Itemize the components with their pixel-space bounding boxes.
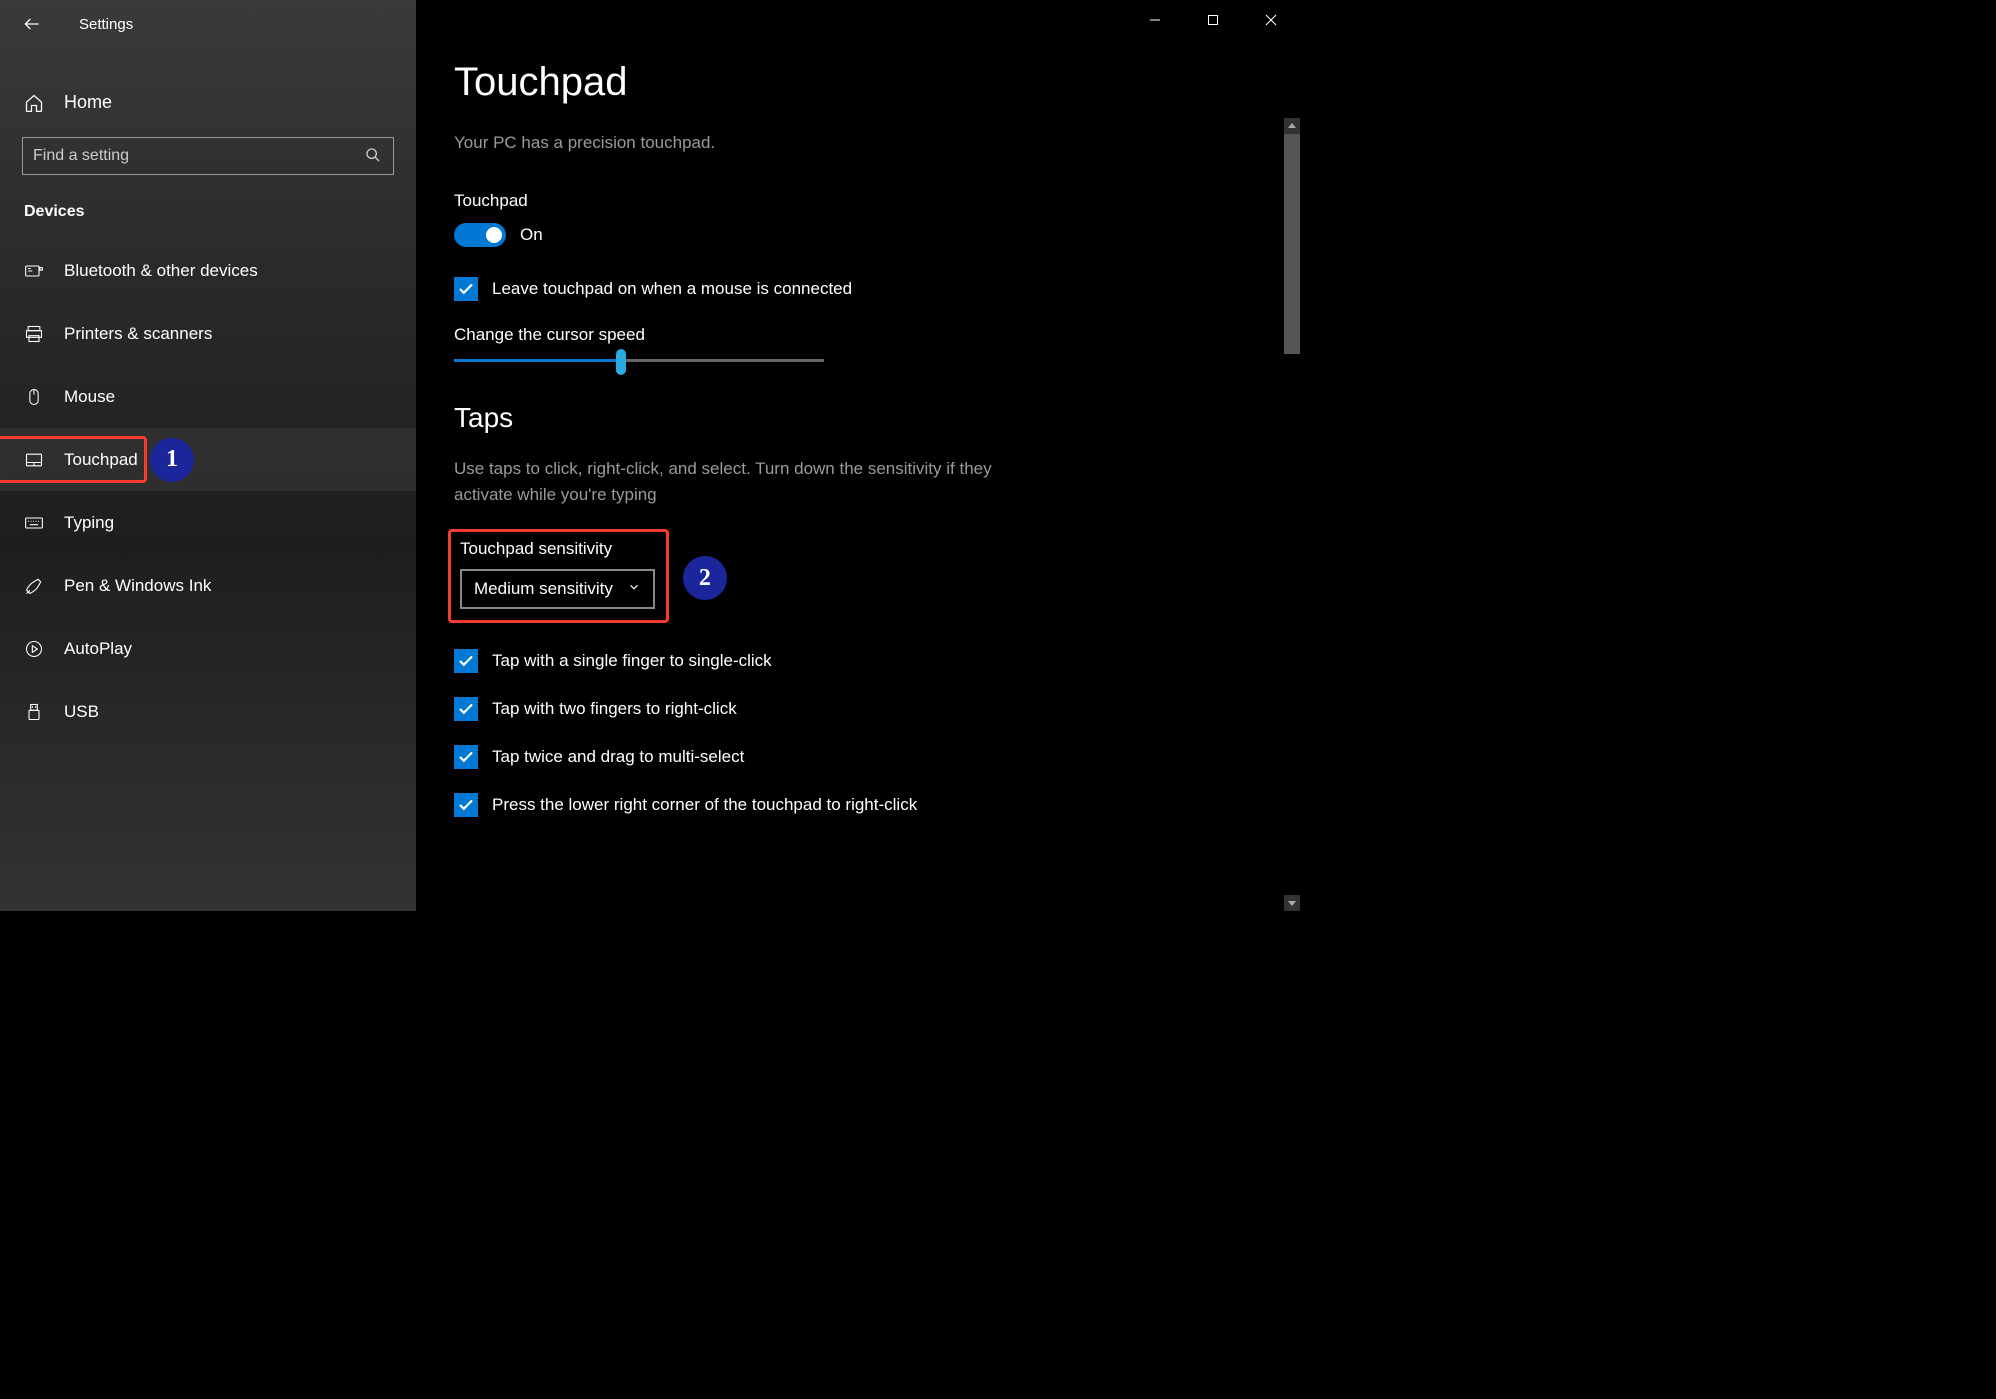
home-label: Home bbox=[64, 92, 112, 113]
vertical-scrollbar[interactable] bbox=[1284, 118, 1300, 911]
page-title: Touchpad bbox=[454, 60, 1300, 105]
nav-label: Mouse bbox=[64, 387, 115, 407]
nav-bluetooth[interactable]: Bluetooth & other devices bbox=[0, 239, 416, 302]
pen-icon bbox=[24, 576, 44, 596]
tap-drag-label: Tap twice and drag to multi-select bbox=[492, 745, 744, 769]
cursor-speed-slider[interactable] bbox=[454, 359, 824, 362]
sidebar: Settings Home Devices Bluetooth & other … bbox=[0, 0, 416, 911]
tap-two-label: Tap with two fingers to right-click bbox=[492, 697, 737, 721]
scrollbar-thumb[interactable] bbox=[1284, 134, 1300, 354]
nav-label: Bluetooth & other devices bbox=[64, 261, 258, 281]
nav-usb[interactable]: USB bbox=[0, 680, 416, 743]
touchpad-icon bbox=[24, 450, 44, 470]
nav-typing[interactable]: Typing bbox=[0, 491, 416, 554]
touchpad-toggle[interactable] bbox=[454, 223, 506, 247]
sensitivity-dropdown[interactable]: Medium sensitivity bbox=[460, 569, 655, 609]
tap-corner-label: Press the lower right corner of the touc… bbox=[492, 793, 917, 817]
page-subtitle: Your PC has a precision touchpad. bbox=[454, 133, 1300, 153]
toggle-label: Touchpad bbox=[454, 191, 1300, 211]
back-button[interactable] bbox=[20, 12, 44, 36]
app-title: Settings bbox=[79, 16, 133, 33]
search-icon bbox=[365, 147, 383, 165]
nav-label: AutoPlay bbox=[64, 639, 132, 659]
toggle-state: On bbox=[520, 225, 543, 245]
nav-label: Typing bbox=[64, 513, 114, 533]
bluetooth-icon bbox=[24, 261, 44, 281]
cursor-speed-label: Change the cursor speed bbox=[454, 325, 1300, 345]
nav-autoplay[interactable]: AutoPlay bbox=[0, 617, 416, 680]
tap-corner-checkbox[interactable] bbox=[454, 793, 478, 817]
sensitivity-label: Touchpad sensitivity bbox=[460, 539, 655, 559]
nav-pen[interactable]: Pen & Windows Ink bbox=[0, 554, 416, 617]
sidebar-section-label: Devices bbox=[24, 203, 416, 221]
minimize-button[interactable] bbox=[1126, 0, 1184, 40]
search-box[interactable] bbox=[22, 137, 394, 175]
leave-on-label: Leave touchpad on when a mouse is connec… bbox=[492, 277, 852, 301]
window-controls bbox=[1126, 0, 1300, 40]
printer-icon bbox=[24, 324, 44, 344]
nav-label: Printers & scanners bbox=[64, 324, 212, 344]
keyboard-icon bbox=[24, 513, 44, 533]
tap-single-checkbox[interactable] bbox=[454, 649, 478, 673]
tap-drag-checkbox[interactable] bbox=[454, 745, 478, 769]
close-button[interactable] bbox=[1242, 0, 1300, 40]
scroll-down-arrow[interactable] bbox=[1284, 895, 1300, 911]
taps-heading: Taps bbox=[454, 402, 1300, 434]
mouse-icon bbox=[24, 387, 44, 407]
tap-two-checkbox[interactable] bbox=[454, 697, 478, 721]
nav-label: Touchpad bbox=[64, 450, 138, 470]
nav-mouse[interactable]: Mouse bbox=[0, 365, 416, 428]
nav-label: Pen & Windows Ink bbox=[64, 576, 211, 596]
home-icon bbox=[24, 93, 44, 113]
search-input[interactable] bbox=[33, 147, 365, 165]
main-content: Touchpad Your PC has a precision touchpa… bbox=[416, 0, 1300, 911]
chevron-down-icon bbox=[627, 579, 641, 599]
nav-label: USB bbox=[64, 702, 99, 722]
nav-printers[interactable]: Printers & scanners bbox=[0, 302, 416, 365]
scroll-up-arrow[interactable] bbox=[1284, 118, 1300, 134]
sensitivity-value: Medium sensitivity bbox=[474, 579, 613, 599]
nav-list: Bluetooth & other devices Printers & sca… bbox=[0, 239, 416, 743]
leave-on-checkbox[interactable] bbox=[454, 277, 478, 301]
nav-touchpad[interactable]: Touchpad bbox=[0, 428, 416, 491]
usb-icon bbox=[24, 702, 44, 722]
maximize-button[interactable] bbox=[1184, 0, 1242, 40]
tap-single-label: Tap with a single finger to single-click bbox=[492, 649, 772, 673]
autoplay-icon bbox=[24, 639, 44, 659]
taps-description: Use taps to click, right-click, and sele… bbox=[454, 456, 1044, 507]
sidebar-home[interactable]: Home bbox=[0, 78, 416, 127]
